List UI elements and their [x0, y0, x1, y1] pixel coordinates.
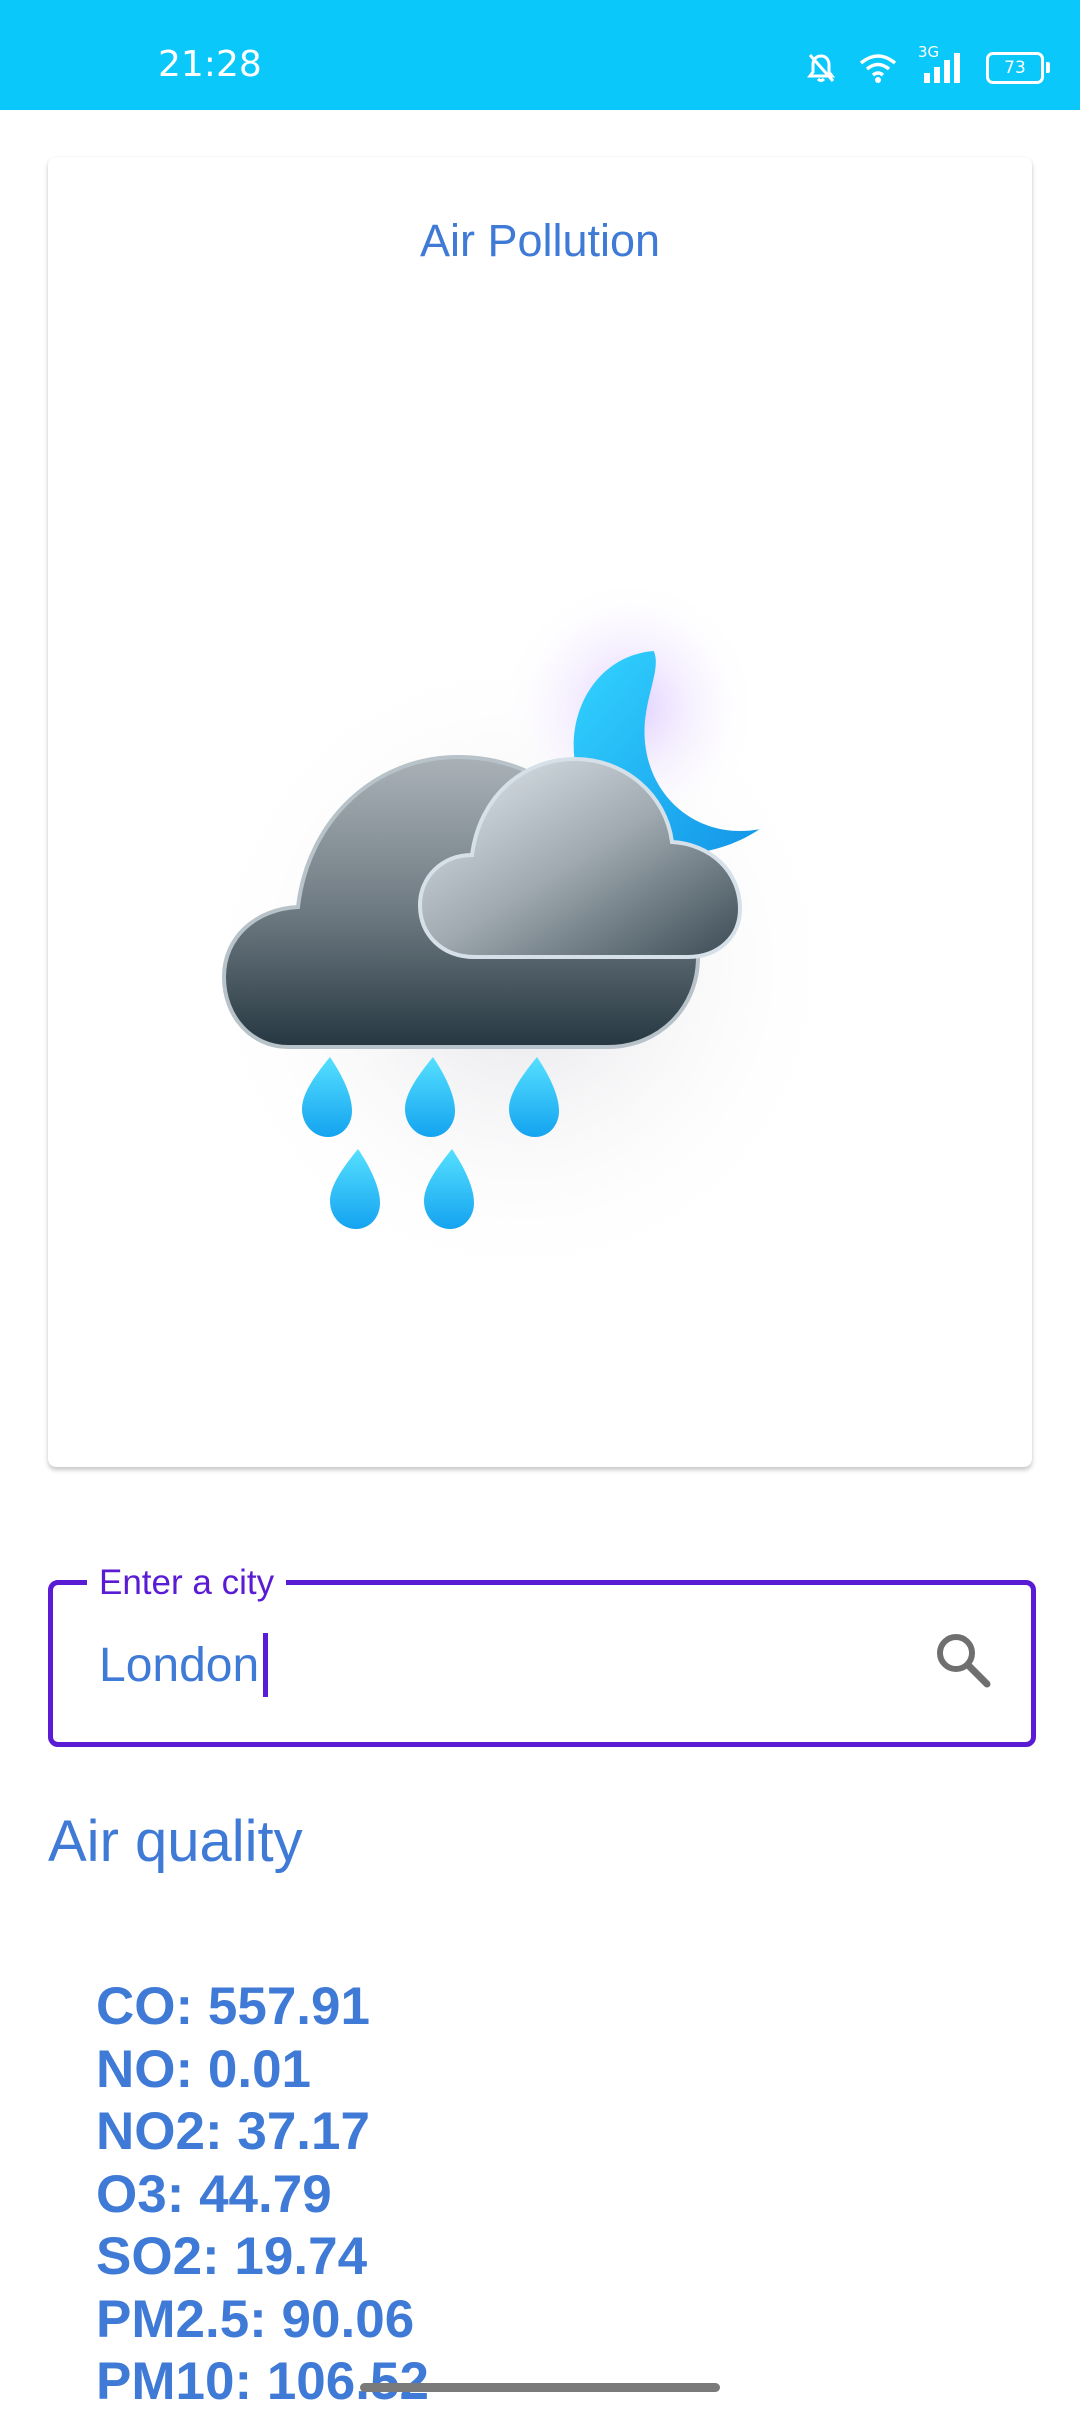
network-type: 3G — [918, 43, 940, 61]
search-icon[interactable] — [931, 1628, 995, 1692]
status-time: 21:28 — [158, 44, 262, 85]
signal-icon: 3G — [918, 43, 964, 85]
battery-icon: 73 — [986, 52, 1050, 84]
reading-no2: NO2: 37.17 — [96, 2102, 370, 2161]
bell-off-icon — [806, 52, 836, 84]
home-indicator[interactable] — [360, 2383, 720, 2392]
air-quality-title: Air quality — [48, 1809, 303, 1874]
city-input[interactable] — [97, 1633, 921, 1697]
city-field[interactable]: Enter a city — [48, 1563, 1036, 1747]
city-field-label: Enter a city — [87, 1563, 287, 1603]
rainy-night-cloud-moon-icon — [190, 577, 850, 1297]
reading-pm25: PM2.5: 90.06 — [96, 2289, 415, 2349]
status-icons: 3G 73 — [806, 43, 1050, 88]
weather-card: Air Pollution — [48, 157, 1032, 1467]
reading-co: CO: 557.91 — [96, 1977, 370, 2036]
reading-so2: SO2: 19.74 — [96, 2227, 368, 2286]
status-bar: 21:28 3G 73 — [0, 0, 1080, 110]
air-quality-readings: CO: 557.91 NO: 0.01 NO2: 37.17 O3: 44.79… — [96, 1976, 429, 2414]
card-title: Air Pollution — [419, 215, 661, 266]
reading-no: NO: 0.01 — [96, 2039, 312, 2099]
wifi-icon — [858, 52, 898, 84]
text-cursor — [263, 1633, 268, 1697]
reading-o3: O3: 44.79 — [96, 2164, 332, 2224]
